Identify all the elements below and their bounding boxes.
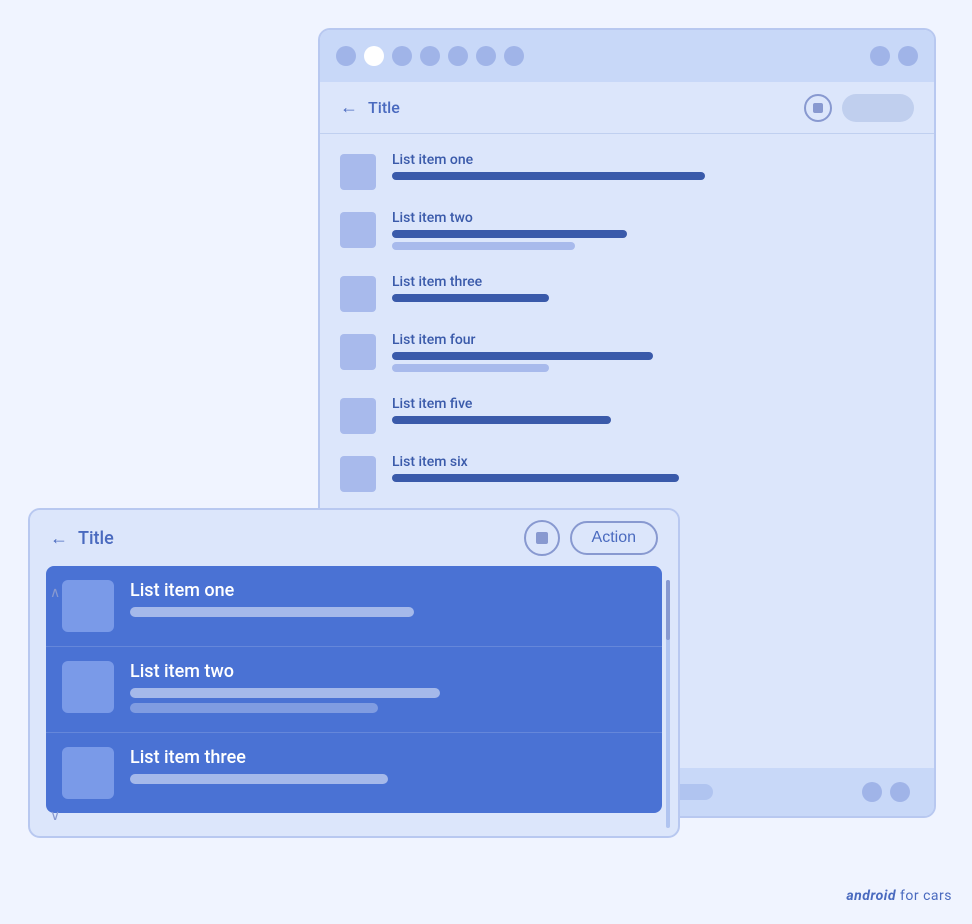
item-content: List item five [392, 396, 914, 428]
item-thumbnail [340, 456, 376, 492]
item-thumbnail [340, 334, 376, 370]
title-bar-dots [336, 46, 858, 66]
front-window-list: List item one List item two List item th… [46, 566, 662, 813]
front-window-stop-button[interactable] [524, 520, 560, 556]
scroll-track [666, 580, 670, 828]
list-item[interactable]: List item three [46, 733, 662, 813]
title-bar-right-dots [870, 46, 918, 66]
item-content: List item four [392, 332, 914, 376]
item-bar-primary [392, 416, 611, 424]
dot-2 [364, 46, 384, 66]
list-item[interactable]: List item four [320, 322, 934, 386]
scroll-thumb[interactable] [666, 580, 670, 640]
back-window-stop-button[interactable] [804, 94, 832, 122]
back-window-title-bar [320, 30, 934, 82]
bottom-right-dot-2 [890, 782, 910, 802]
back-window-action-pill[interactable] [842, 94, 914, 122]
item-title: List item three [130, 747, 646, 768]
item-content: List item six [392, 454, 914, 486]
dot-7 [504, 46, 524, 66]
right-dot-1 [870, 46, 890, 66]
item-thumbnail [62, 661, 114, 713]
item-bar-primary [130, 607, 414, 617]
item-content: List item one [130, 580, 646, 622]
item-title: List item six [392, 454, 914, 470]
bottom-right-dots [862, 782, 910, 802]
item-bar-primary [130, 688, 440, 698]
chevron-up-icon[interactable]: ∧ [50, 585, 60, 601]
item-bar-secondary [130, 703, 378, 713]
dot-6 [476, 46, 496, 66]
back-window-title: Title [368, 98, 794, 117]
item-bar-secondary [392, 364, 549, 372]
list-item[interactable]: List item six [320, 444, 934, 502]
dot-5 [448, 46, 468, 66]
brand-label: android for cars [846, 888, 952, 904]
list-item[interactable]: List item one [320, 142, 934, 200]
list-item[interactable]: List item five [320, 386, 934, 444]
item-title: List item one [130, 580, 646, 601]
item-thumbnail [340, 276, 376, 312]
item-bar-primary [392, 352, 653, 360]
item-title: List item two [392, 210, 914, 226]
item-title: List item three [392, 274, 914, 290]
stop-icon [813, 103, 823, 113]
item-content: List item three [392, 274, 914, 306]
list-item[interactable]: List item one [46, 566, 662, 647]
item-thumbnail [340, 398, 376, 434]
item-bar-primary [392, 474, 679, 482]
front-window: ← Title Action ∧ List item one List item… [28, 508, 680, 838]
dot-4 [420, 46, 440, 66]
brand-rest: for cars [896, 888, 952, 904]
brand-italic: android [846, 888, 896, 904]
item-thumbnail [62, 580, 114, 632]
dot-1 [336, 46, 356, 66]
stop-icon [536, 532, 548, 544]
item-title: List item four [392, 332, 914, 348]
right-dot-2 [898, 46, 918, 66]
item-thumbnail [62, 747, 114, 799]
item-thumbnail [340, 154, 376, 190]
item-title: List item five [392, 396, 914, 412]
item-content: List item two [392, 210, 914, 254]
dot-3 [392, 46, 412, 66]
item-thumbnail [340, 212, 376, 248]
item-content: List item one [392, 152, 914, 184]
item-bar-primary [392, 294, 549, 302]
list-item[interactable]: List item three [320, 264, 934, 322]
item-content: List item three [130, 747, 646, 789]
front-window-app-bar: ← Title Action [30, 510, 678, 566]
list-item[interactable]: List item two [320, 200, 934, 264]
back-window-app-bar: ← Title [320, 82, 934, 134]
item-bar-primary [392, 172, 705, 180]
item-bar-secondary [392, 242, 575, 250]
back-arrow-icon[interactable]: ← [340, 97, 358, 118]
front-window-title: Title [78, 528, 514, 549]
back-window-list: List item one List item two List item th… [320, 134, 934, 568]
bottom-right-dot-1 [862, 782, 882, 802]
item-title: List item one [392, 152, 914, 168]
item-bar-primary [130, 774, 388, 784]
item-content: List item two [130, 661, 646, 718]
action-button[interactable]: Action [570, 521, 658, 555]
list-item[interactable]: List item two [46, 647, 662, 733]
front-back-arrow-icon[interactable]: ← [50, 528, 68, 549]
item-bar-primary [392, 230, 627, 238]
item-title: List item two [130, 661, 646, 682]
chevron-down-icon[interactable]: ∨ [50, 808, 60, 824]
